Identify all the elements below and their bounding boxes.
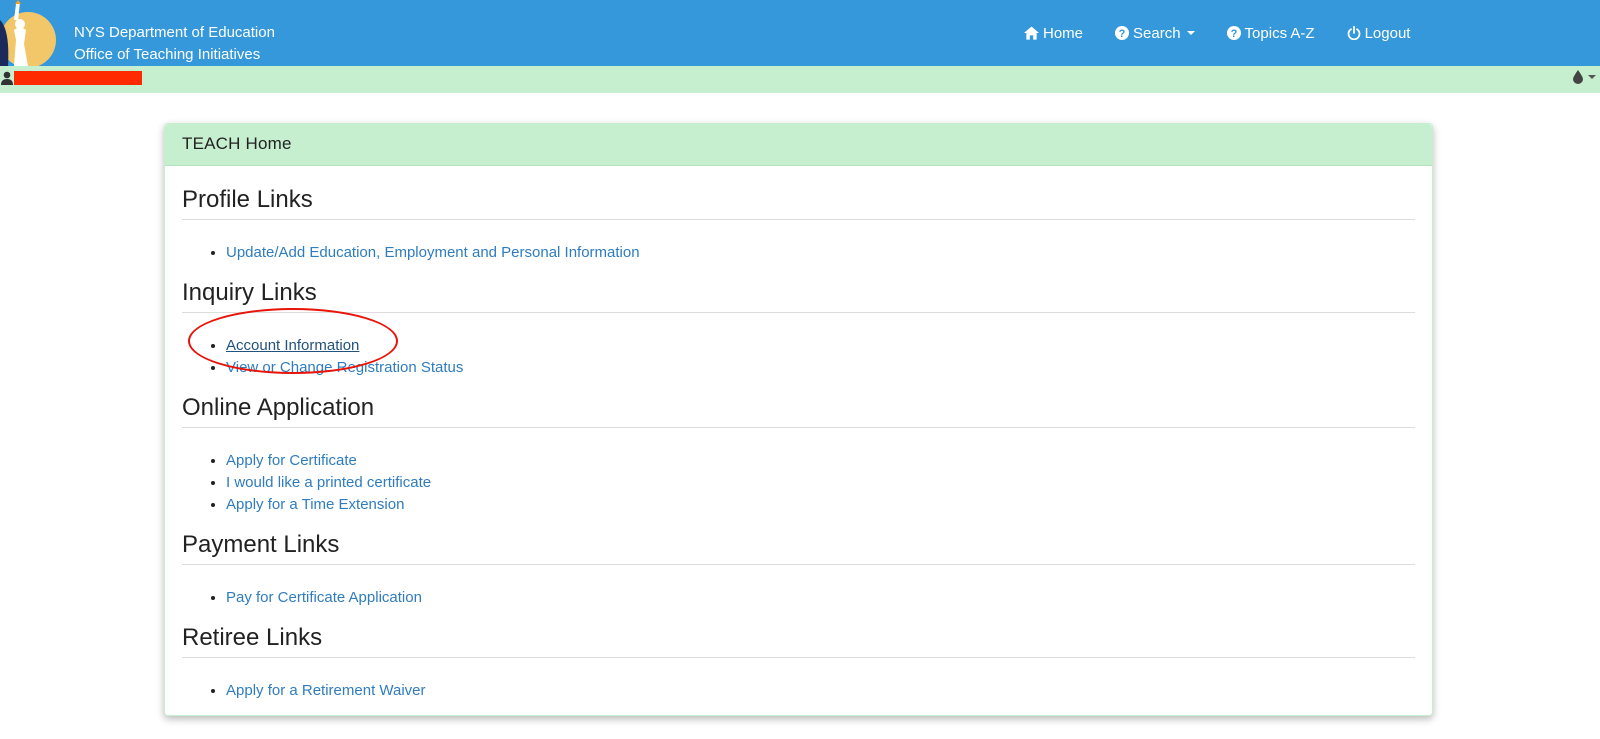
brand-line-2: Office of Teaching Initiatives — [74, 46, 261, 63]
question-circle-icon: ? — [1226, 26, 1241, 40]
nav-home[interactable]: Home — [1024, 25, 1083, 42]
list-item: Apply for a Retirement Waiver — [226, 680, 1415, 702]
brand-title[interactable]: NYS Department of Education Office of Te… — [74, 22, 275, 66]
link-list: Apply for Certificate I would like a pri… — [182, 450, 1415, 516]
list-item: Account Information — [226, 335, 1415, 357]
question-circle-icon: ? — [1115, 26, 1130, 40]
section-title: Online Application — [182, 394, 1415, 428]
section-online-application: Online Application Apply for Certificate… — [182, 394, 1415, 516]
link-list: Apply for a Retirement Waiver — [182, 680, 1415, 702]
power-icon — [1347, 26, 1360, 40]
link-registration-status[interactable]: View or Change Registration Status — [226, 359, 463, 376]
redacted-username — [14, 71, 142, 85]
nav-topics[interactable]: ? Topics A-Z — [1226, 24, 1315, 42]
teach-home-panel: TEACH Home Profile Links Update/Add Educ… — [164, 123, 1433, 716]
link-time-extension[interactable]: Apply for a Time Extension — [226, 496, 404, 513]
nav-topics-label: Topics A-Z — [1244, 24, 1315, 42]
panel-title: TEACH Home — [165, 124, 1432, 166]
theme-toggle[interactable] — [1573, 70, 1596, 84]
section-title: Retiree Links — [182, 624, 1415, 658]
section-title: Inquiry Links — [182, 279, 1415, 313]
brand-line-1: NYS Department of Education — [74, 24, 275, 41]
nav-logout-label: Logout — [1364, 24, 1411, 42]
link-list: Update/Add Education, Employment and Per… — [182, 242, 1415, 264]
home-icon — [1024, 26, 1039, 40]
nav-search[interactable]: ? Search — [1115, 25, 1195, 42]
section-inquiry-links: Inquiry Links Account Information View o… — [182, 279, 1415, 379]
link-account-information[interactable]: Account Information — [226, 337, 359, 354]
section-title: Payment Links — [182, 531, 1415, 565]
nav-logout[interactable]: Logout — [1347, 24, 1411, 42]
link-pay-certificate[interactable]: Pay for Certificate Application — [226, 589, 422, 606]
main-nav: Home ? Search ? Topics A-Z Logout — [1024, 0, 1442, 66]
svg-text:?: ? — [1119, 28, 1126, 40]
link-list: Pay for Certificate Application — [182, 587, 1415, 609]
section-profile-links: Profile Links Update/Add Education, Empl… — [182, 186, 1415, 264]
list-item: I would like a printed certificate — [226, 472, 1415, 494]
top-navbar: NYS Department of Education Office of Te… — [0, 0, 1600, 66]
list-item: Update/Add Education, Employment and Per… — [226, 242, 1415, 264]
section-retiree-links: Retiree Links Apply for a Retirement Wai… — [182, 624, 1415, 702]
list-item: Pay for Certificate Application — [226, 587, 1415, 609]
panel-body: Profile Links Update/Add Education, Empl… — [165, 186, 1432, 702]
link-retirement-waiver[interactable]: Apply for a Retirement Waiver — [226, 682, 426, 699]
section-payment-links: Payment Links Pay for Certificate Applic… — [182, 531, 1415, 609]
drop-icon — [1573, 70, 1583, 84]
svg-text:?: ? — [1230, 28, 1237, 40]
link-update-profile[interactable]: Update/Add Education, Employment and Per… — [226, 244, 640, 261]
section-title: Profile Links — [182, 186, 1415, 220]
chevron-down-icon — [1186, 31, 1195, 35]
list-item: Apply for Certificate — [226, 450, 1415, 472]
nav-home-label: Home — [1043, 24, 1084, 42]
link-printed-certificate[interactable]: I would like a printed certificate — [226, 474, 431, 491]
list-item: View or Change Registration Status — [226, 357, 1415, 379]
user-icon — [1, 71, 13, 90]
user-bar — [0, 66, 1600, 93]
nysed-logo[interactable] — [0, 0, 60, 66]
list-item: Apply for a Time Extension — [226, 494, 1415, 516]
nav-search-label: Search — [1133, 24, 1181, 42]
chevron-down-icon — [1588, 75, 1596, 79]
link-list: Account Information View or Change Regis… — [182, 335, 1415, 379]
link-apply-certificate[interactable]: Apply for Certificate — [226, 452, 357, 469]
